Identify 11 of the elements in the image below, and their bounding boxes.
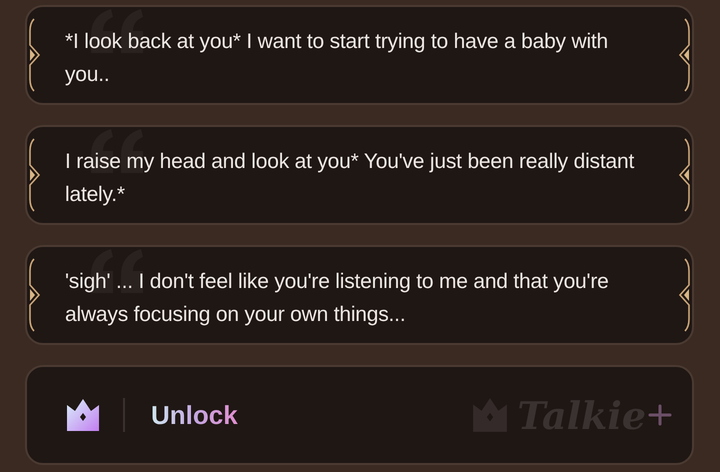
frame-ornament-icon: [27, 17, 41, 93]
frame-ornament-icon: [27, 137, 41, 213]
message-text: I raise my head and look at you* You've just been really distant lately.*: [65, 149, 636, 208]
message-text: 'sigh' ... I don't feel like you're listening to me and that you're always focusing on your own things...: [65, 269, 610, 328]
frame-ornament-icon: [678, 17, 692, 93]
frame-ornament-icon: [27, 257, 41, 333]
frame-ornament-icon: [678, 257, 692, 333]
crown-icon: [65, 397, 101, 433]
frame-ornament-icon: [678, 137, 692, 213]
plus-icon: [648, 403, 672, 427]
message-text: *I look back at you* I want to start trying to have a baby with you..: [65, 29, 610, 88]
